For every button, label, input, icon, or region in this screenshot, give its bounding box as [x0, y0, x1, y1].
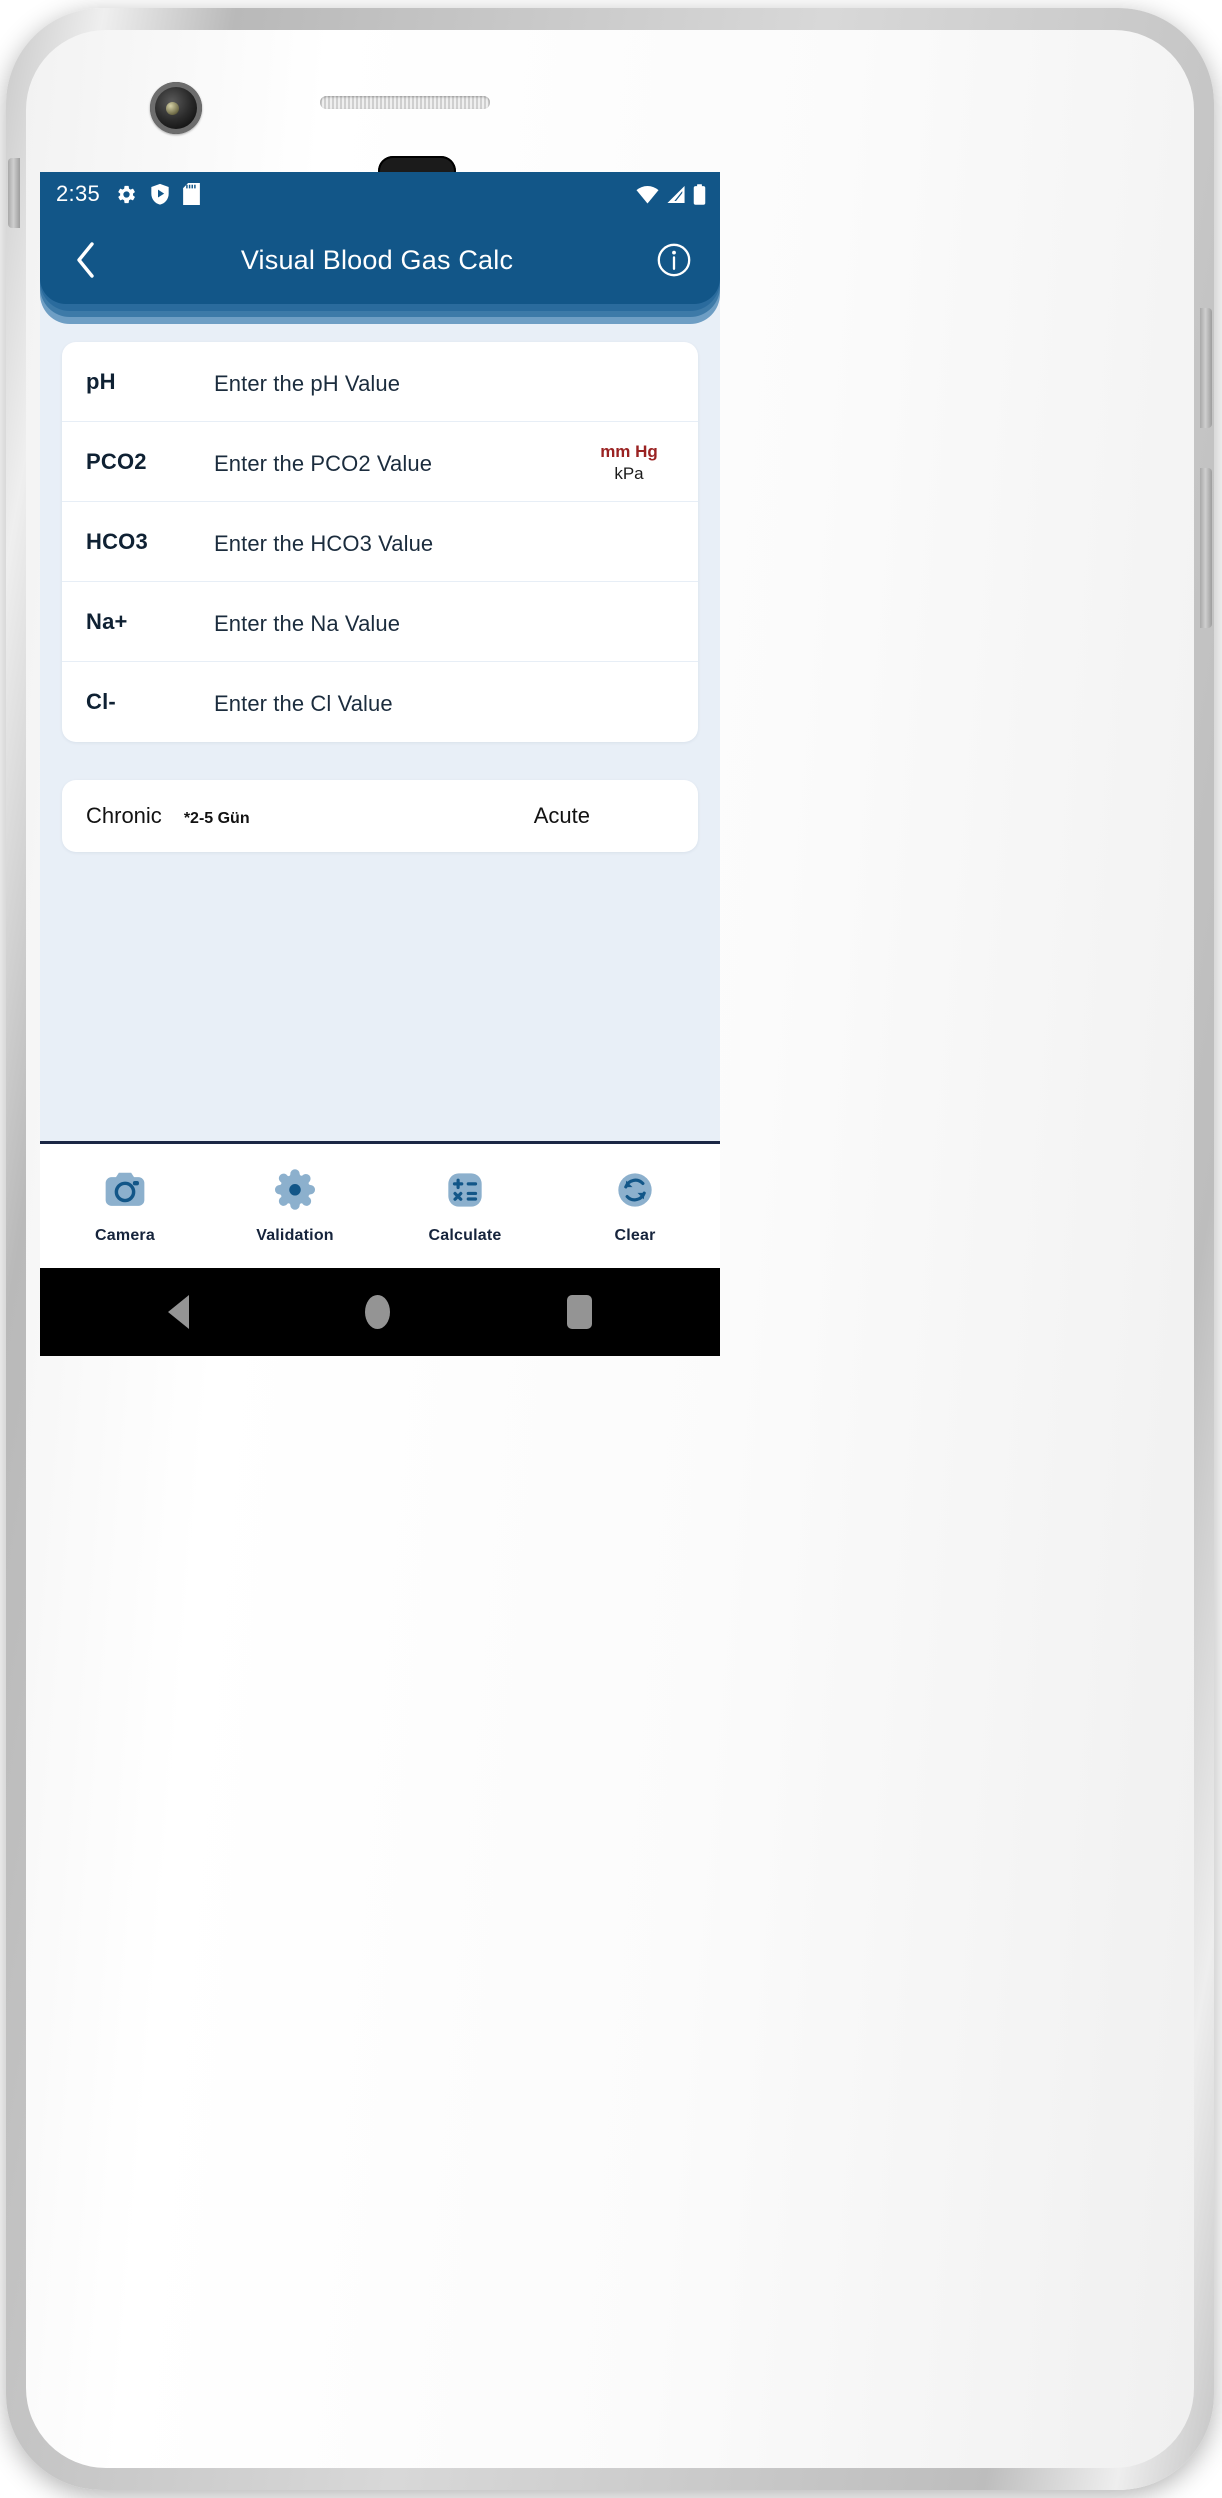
- field-label: pH: [86, 368, 116, 394]
- toolbar-label: Clear: [614, 1227, 656, 1244]
- validation-button[interactable]: Validation: [210, 1167, 380, 1245]
- field-label: Na+: [86, 608, 128, 634]
- status-bar: 2:35: [40, 172, 720, 216]
- field-row-cl[interactable]: Cl- Enter the Cl Value: [62, 662, 698, 742]
- phone-power-button[interactable]: [1200, 308, 1212, 428]
- ph-input[interactable]: Enter the pH Value: [214, 369, 674, 395]
- calculator-icon: [442, 1167, 488, 1218]
- gear-icon: [116, 184, 137, 205]
- blood-gas-input-card: pH Enter the pH Value PCO2 Enter the PCO…: [62, 342, 698, 742]
- pco2-input[interactable]: Enter the PCO2 Value: [214, 449, 584, 475]
- sd-card-icon: [183, 183, 200, 205]
- field-label: PCO2: [86, 448, 147, 474]
- cellular-signal-icon: [666, 185, 686, 204]
- camera-button[interactable]: Camera: [40, 1167, 210, 1245]
- info-circle-icon[interactable]: [654, 240, 694, 280]
- field-label: Cl-: [86, 689, 116, 714]
- play-protect-shield-icon: [150, 183, 170, 205]
- gear-icon: [272, 1167, 318, 1218]
- battery-icon: [693, 183, 706, 205]
- clear-button[interactable]: Clear: [550, 1167, 720, 1245]
- earpiece-speaker-icon: [320, 96, 490, 109]
- chronic-group[interactable]: Chronic *2-5 Gün: [86, 803, 250, 829]
- chronic-note: *2-5 Gün: [183, 810, 250, 827]
- status-bar-clock: 2:35: [56, 181, 101, 206]
- field-row-ph[interactable]: pH Enter the pH Value: [62, 342, 698, 422]
- nav-recents-square-icon[interactable]: [566, 1295, 592, 1329]
- field-label: HCO3: [86, 528, 148, 554]
- page-title: Visual Blood Gas Calc: [240, 244, 514, 275]
- field-row-pco2[interactable]: PCO2 Enter the PCO2 Value mm Hg kPa: [62, 422, 698, 502]
- main-content: pH Enter the pH Value PCO2 Enter the PCO…: [40, 304, 720, 852]
- calculate-button[interactable]: Calculate: [380, 1167, 550, 1245]
- toolbar-label: Validation: [256, 1227, 334, 1244]
- cl-input[interactable]: Enter the Cl Value: [214, 689, 674, 715]
- nav-back-triangle-icon[interactable]: [168, 1295, 190, 1329]
- refresh-icon: [612, 1167, 658, 1218]
- android-nav-bar: [40, 1268, 720, 1356]
- app-bar-container: Visual Blood Gas Calc: [40, 216, 720, 324]
- phone-side-button-left[interactable]: [8, 158, 20, 228]
- chronic-acute-selector[interactable]: Chronic *2-5 Gün Acute: [62, 780, 698, 852]
- pco2-unit-toggle[interactable]: mm Hg kPa: [584, 441, 674, 485]
- field-row-hco3[interactable]: HCO3 Enter the HCO3 Value: [62, 502, 698, 582]
- toolbar-label: Camera: [95, 1227, 155, 1244]
- app-bar: Visual Blood Gas Calc: [40, 216, 720, 304]
- phone-volume-button[interactable]: [1200, 468, 1212, 628]
- nav-home-circle-icon[interactable]: [365, 1295, 391, 1329]
- camera-icon: [102, 1167, 148, 1218]
- unit-option-kpa[interactable]: kPa: [614, 463, 643, 484]
- status-bar-system-icons: [636, 183, 706, 205]
- wifi-icon: [636, 185, 659, 204]
- phone-screen: 2:35 Visual Blood Gas Calc pH Enter the …: [40, 172, 720, 1356]
- toolbar-label: Calculate: [428, 1227, 502, 1244]
- phone-mockup: 2:35 Visual Blood Gas Calc pH Enter the …: [0, 0, 1222, 2498]
- acute-option[interactable]: Acute: [534, 803, 590, 829]
- unit-option-mmhg[interactable]: mm Hg: [600, 441, 658, 462]
- hco3-input[interactable]: Enter the HCO3 Value: [214, 529, 674, 555]
- status-bar-notification-icons: [116, 183, 200, 205]
- field-row-na[interactable]: Na+ Enter the Na Value: [62, 582, 698, 662]
- bottom-toolbar: Camera Validation Calculate Clear: [40, 1144, 720, 1268]
- chronic-option[interactable]: Chronic: [86, 803, 162, 829]
- na-input[interactable]: Enter the Na Value: [214, 609, 674, 635]
- front-camera-icon: [150, 82, 202, 134]
